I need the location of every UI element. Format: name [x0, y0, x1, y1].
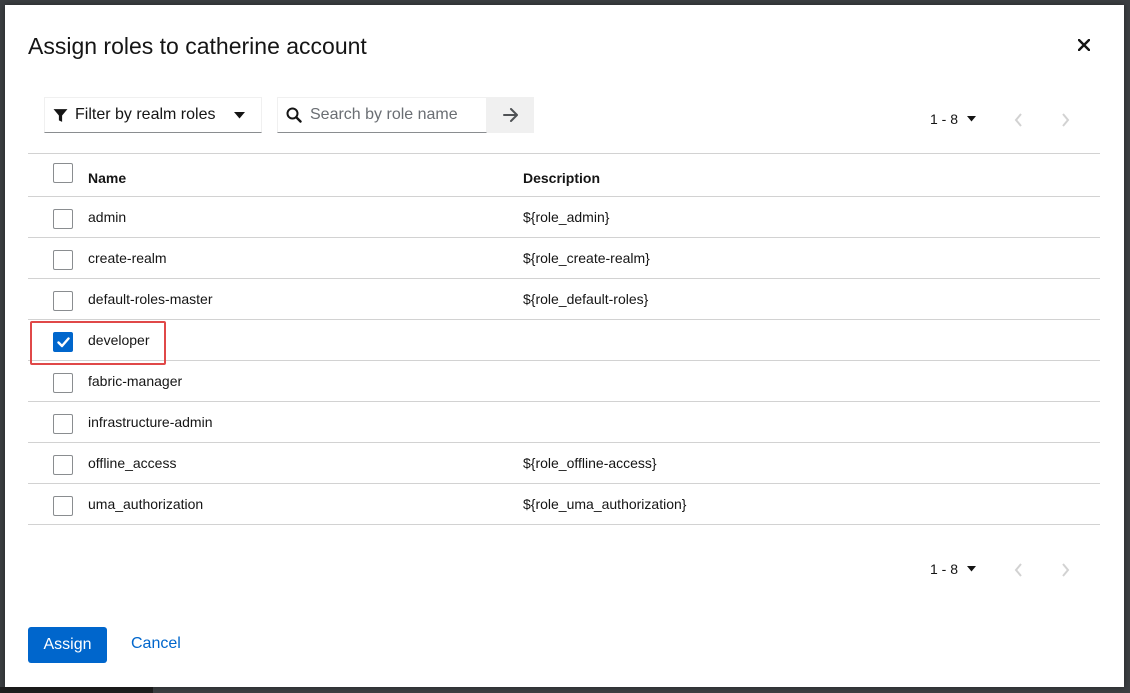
role-name: infrastructure-admin: [88, 414, 213, 430]
filter-label: Filter by realm roles: [75, 106, 216, 123]
table-row: infrastructure-admin: [28, 402, 1100, 443]
table-row: fabric-manager: [28, 361, 1100, 402]
role-description: ${role_uma_authorization}: [523, 496, 687, 512]
row-checkbox[interactable]: [53, 373, 73, 393]
table-row: default-roles-master ${role_default-roles…: [28, 279, 1100, 320]
search-submit-button[interactable]: [487, 97, 534, 133]
close-button[interactable]: [1074, 34, 1094, 56]
row-checkbox[interactable]: [53, 455, 73, 475]
filter-icon: [53, 108, 68, 122]
background-dark-strip: [0, 687, 153, 693]
caret-down-icon: [967, 566, 977, 572]
role-name: create-realm: [88, 250, 167, 266]
filter-dropdown[interactable]: Filter by realm roles: [44, 97, 262, 133]
table-row: offline_access ${role_offline-access}: [28, 443, 1100, 484]
assign-roles-dialog: Assign roles to catherine account Filter…: [5, 5, 1124, 687]
search-box: [277, 97, 487, 133]
cancel-button[interactable]: Cancel: [131, 635, 181, 653]
column-header-name: Name: [88, 170, 127, 186]
roles-table: Name Description admin ${role_admin}creat…: [28, 153, 1100, 525]
row-checkbox[interactable]: [53, 209, 73, 229]
table-row: uma_authorization ${role_uma_authorizatio…: [28, 484, 1100, 525]
chevron-left-icon[interactable]: [1014, 113, 1023, 127]
role-description: ${role_default-roles}: [523, 291, 649, 307]
pagination-range: 1 - 8: [930, 111, 959, 127]
table-row: admin ${role_admin}: [28, 197, 1100, 238]
row-checkbox[interactable]: [53, 496, 73, 516]
role-name: uma_authorization: [88, 496, 204, 512]
checkmark-icon: [56, 336, 70, 347]
role-description: ${role_admin}: [523, 209, 610, 225]
table-row: create-realm ${role_create-realm}: [28, 238, 1100, 279]
search-input[interactable]: [310, 106, 480, 124]
caret-down-icon: [234, 112, 245, 119]
role-description: ${role_offline-access}: [523, 455, 657, 471]
role-name: admin: [88, 209, 127, 225]
dialog-title: Assign roles to catherine account: [28, 33, 367, 59]
assign-button[interactable]: Assign: [28, 627, 107, 663]
table-row: developer: [28, 320, 1100, 361]
pagination-range-toggle[interactable]: 1 - 8: [930, 111, 977, 127]
row-checkbox[interactable]: [53, 332, 73, 352]
role-name: default-roles-master: [88, 291, 213, 307]
arrow-right-icon: [502, 108, 518, 122]
row-checkbox[interactable]: [53, 414, 73, 434]
chevron-left-icon[interactable]: [1014, 563, 1023, 577]
close-icon: [1078, 39, 1090, 51]
row-checkbox[interactable]: [53, 291, 73, 311]
pagination-top: 1 - 8: [930, 102, 1110, 138]
select-all-checkbox[interactable]: [53, 163, 73, 183]
role-name: offline_access: [88, 455, 177, 471]
pagination-range-toggle[interactable]: 1 - 8: [930, 561, 977, 577]
role-name: fabric-manager: [88, 373, 183, 389]
search-icon: [286, 107, 302, 123]
pagination-bottom: 1 - 8: [930, 552, 1110, 588]
role-description: ${role_create-realm}: [523, 250, 650, 266]
row-checkbox[interactable]: [53, 250, 73, 270]
table-header: Name Description: [28, 153, 1100, 197]
chevron-right-icon[interactable]: [1061, 113, 1070, 127]
pagination-range: 1 - 8: [930, 561, 959, 577]
chevron-right-icon[interactable]: [1061, 563, 1070, 577]
column-header-description: Description: [523, 170, 601, 186]
caret-down-icon: [967, 116, 977, 122]
role-name: developer: [88, 332, 150, 348]
